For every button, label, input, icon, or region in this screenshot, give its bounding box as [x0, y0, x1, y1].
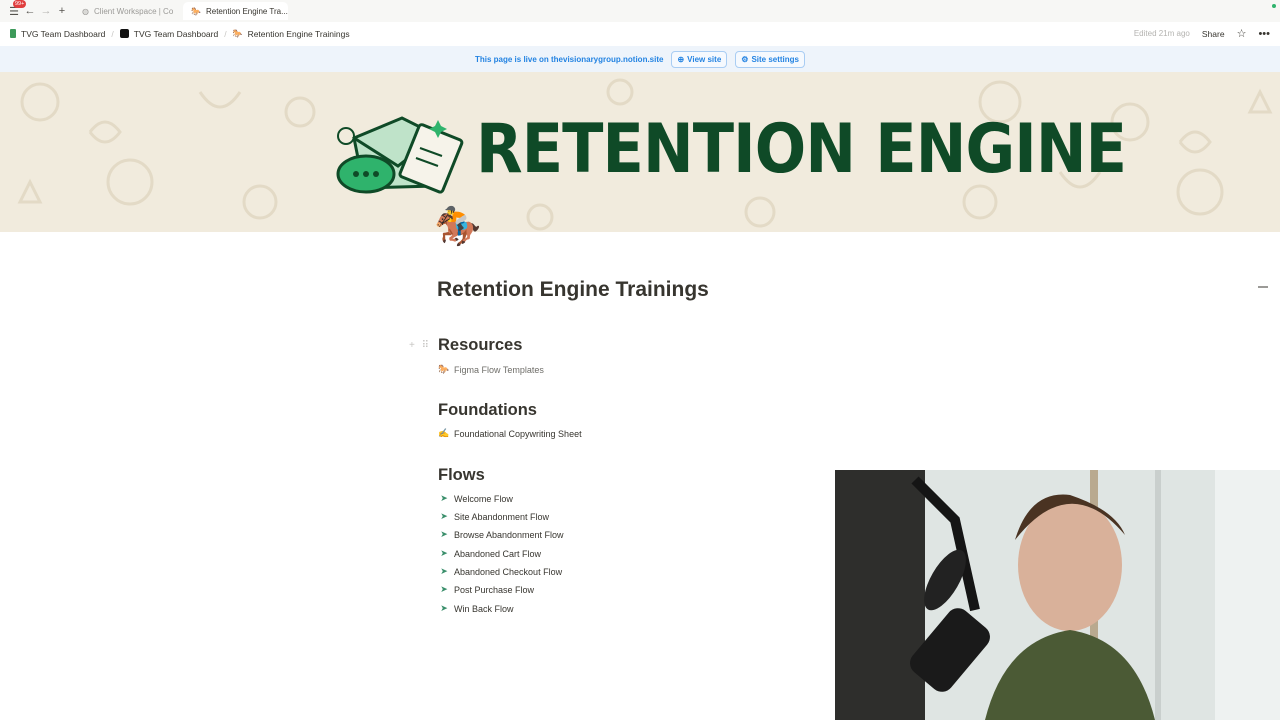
- send-icon: ➤: [440, 584, 448, 594]
- breadcrumb-label: TVG Team Dashboard: [21, 28, 106, 39]
- link-label: Post Purchase Flow: [454, 584, 535, 595]
- notification-badge: 99+: [13, 0, 27, 8]
- link-win-back-flow[interactable]: ➤ Win Back Flow: [438, 603, 514, 614]
- workspace-icon: [10, 29, 16, 38]
- webcam-overlay: [835, 470, 1280, 720]
- page-cover[interactable]: RETENTION ENGINE: [0, 72, 1280, 232]
- site-settings-label: Site settings: [751, 54, 800, 64]
- link-abandoned-checkout-flow[interactable]: ➤ Abandoned Checkout Flow: [438, 566, 562, 577]
- link-welcome-flow[interactable]: ➤ Welcome Flow: [438, 493, 513, 504]
- heading-resources[interactable]: Resources: [438, 336, 522, 355]
- share-button[interactable]: Share: [1202, 29, 1225, 39]
- tab-label: Client Workspace | Co: [93, 6, 174, 16]
- new-tab-plus-icon[interactable]: +: [54, 3, 70, 19]
- tab-label: Retention Engine Tra...: [205, 6, 288, 16]
- more-options-icon[interactable]: •••: [1258, 28, 1270, 40]
- browser-tab-strip: ☰ 99+ ← → + ◍ Client Workspace | Co 🐎 Ret…: [0, 0, 1280, 22]
- view-site-label: View site: [687, 54, 722, 64]
- heading-flows[interactable]: Flows: [438, 466, 485, 485]
- send-icon: ➤: [440, 548, 448, 558]
- horse-icon: 🐎: [191, 6, 201, 16]
- link-site-abandonment-flow[interactable]: ➤ Site Abandonment Flow: [438, 511, 549, 522]
- link-abandoned-cart-flow[interactable]: ➤ Abandoned Cart Flow: [438, 548, 541, 559]
- horse-icon: 🐎: [438, 364, 450, 374]
- breadcrumb-item-team-dashboard-2[interactable]: TVG Team Dashboard: [114, 29, 224, 39]
- tab-client-workspace[interactable]: ◍ Client Workspace | Co: [74, 2, 179, 20]
- heading-foundations[interactable]: Foundations: [438, 401, 537, 420]
- status-dot: [1272, 4, 1276, 8]
- globe-icon: ⊕: [677, 54, 685, 64]
- menu-icon[interactable]: ☰ 99+: [6, 0, 27, 19]
- star-icon[interactable]: ☆: [1237, 27, 1247, 40]
- link-label: Figma Flow Templates: [454, 364, 544, 375]
- edited-timestamp: Edited 21m ago: [1133, 29, 1190, 38]
- gear-icon: ⚙: [741, 54, 749, 64]
- writing-hand-icon: ✍️: [438, 428, 450, 438]
- live-site-text: This page is live on thevisionarygroup.n…: [474, 54, 664, 64]
- link-label: Welcome Flow: [454, 493, 513, 504]
- live-site-banner: This page is live on thevisionarygroup.n…: [0, 46, 1280, 72]
- site-settings-button[interactable]: ⚙ Site settings: [735, 50, 806, 68]
- globe-icon: ◍: [82, 6, 89, 16]
- forward-arrow-icon[interactable]: →: [38, 3, 54, 19]
- link-label: Abandoned Cart Flow: [454, 548, 542, 559]
- link-label: Browse Abandonment Flow: [454, 529, 564, 540]
- link-foundational-copywriting[interactable]: ✍️ Foundational Copywriting Sheet: [438, 428, 582, 439]
- breadcrumb-label: Retention Engine Trainings: [247, 28, 350, 39]
- send-icon: ➤: [440, 566, 448, 576]
- view-site-button[interactable]: ⊕ View site: [671, 50, 728, 68]
- tab-retention-engine[interactable]: 🐎 Retention Engine Tra...: [183, 2, 288, 20]
- table-of-contents-icon[interactable]: [1258, 286, 1268, 288]
- block-drag-handle-icon[interactable]: + ⠿: [409, 340, 431, 351]
- horse-icon: 🐎: [232, 29, 243, 38]
- page-icon[interactable]: 🏇: [434, 208, 481, 246]
- link-label: Abandoned Checkout Flow: [454, 566, 563, 577]
- dashboard-icon: [119, 29, 129, 38]
- link-post-purchase-flow[interactable]: ➤ Post Purchase Flow: [438, 584, 534, 595]
- link-label: Win Back Flow: [454, 603, 514, 614]
- email-chat-icon: [336, 116, 464, 194]
- breadcrumb-label: TVG Team Dashboard: [133, 28, 219, 39]
- cover-title: RETENTION ENGINE: [476, 110, 1127, 189]
- link-label: Site Abandonment Flow: [454, 511, 550, 522]
- breadcrumb-item-team-dashboard[interactable]: TVG Team Dashboard: [4, 29, 111, 39]
- top-bar: TVG Team Dashboard / TVG Team Dashboard …: [0, 22, 1280, 45]
- send-icon: ➤: [440, 493, 448, 503]
- top-actions: Edited 21m ago Share ☆ •••: [1134, 22, 1270, 45]
- link-label: Foundational Copywriting Sheet: [454, 428, 582, 439]
- breadcrumb-item-retention-engine[interactable]: 🐎 Retention Engine Trainings: [227, 29, 356, 39]
- page-title[interactable]: Retention Engine Trainings: [437, 278, 709, 302]
- send-icon: ➤: [440, 529, 448, 539]
- link-browse-abandonment-flow[interactable]: ➤ Browse Abandonment Flow: [438, 529, 564, 540]
- presenter-video: [835, 470, 1280, 720]
- send-icon: ➤: [440, 511, 448, 521]
- send-icon: ➤: [440, 603, 448, 613]
- link-figma-flow-templates[interactable]: 🐎 Figma Flow Templates: [438, 364, 544, 375]
